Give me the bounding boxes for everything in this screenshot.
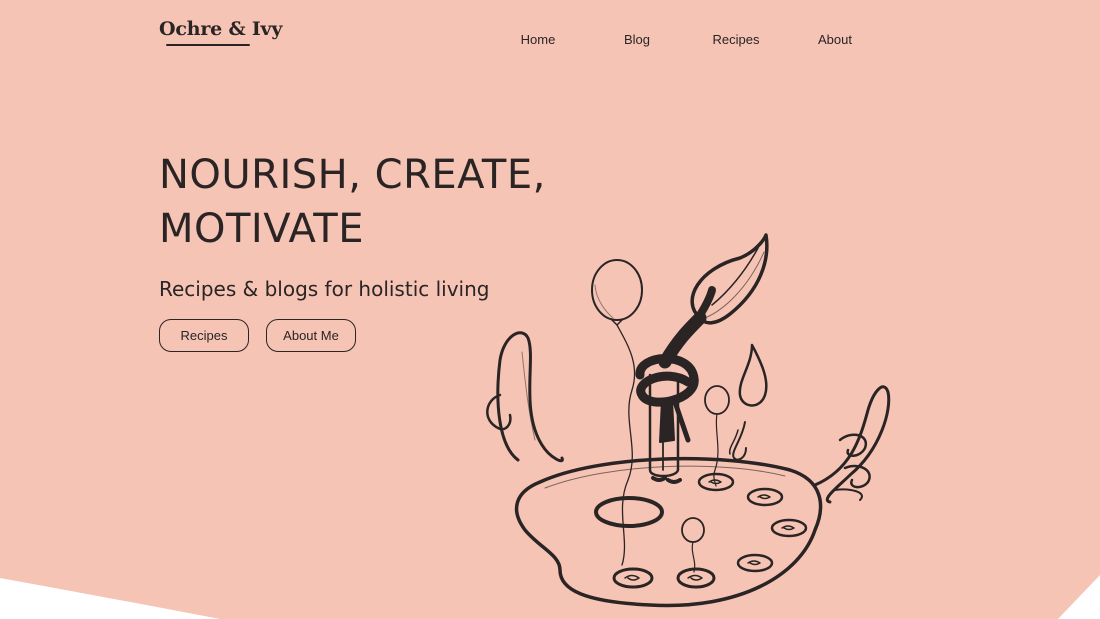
paint-palette-character-icon (486, 233, 891, 608)
hero-subheadline: Recipes & blogs for holistic living (159, 277, 490, 301)
recipes-button[interactable]: Recipes (159, 319, 249, 352)
about-me-button[interactable]: About Me (266, 319, 356, 352)
nav-item-about[interactable]: About (818, 32, 852, 47)
main-nav: Home Blog Recipes About (0, 32, 1100, 52)
nav-item-blog[interactable]: Blog (624, 32, 650, 47)
nav-item-recipes[interactable]: Recipes (713, 32, 760, 47)
nav-item-home[interactable]: Home (521, 32, 556, 47)
